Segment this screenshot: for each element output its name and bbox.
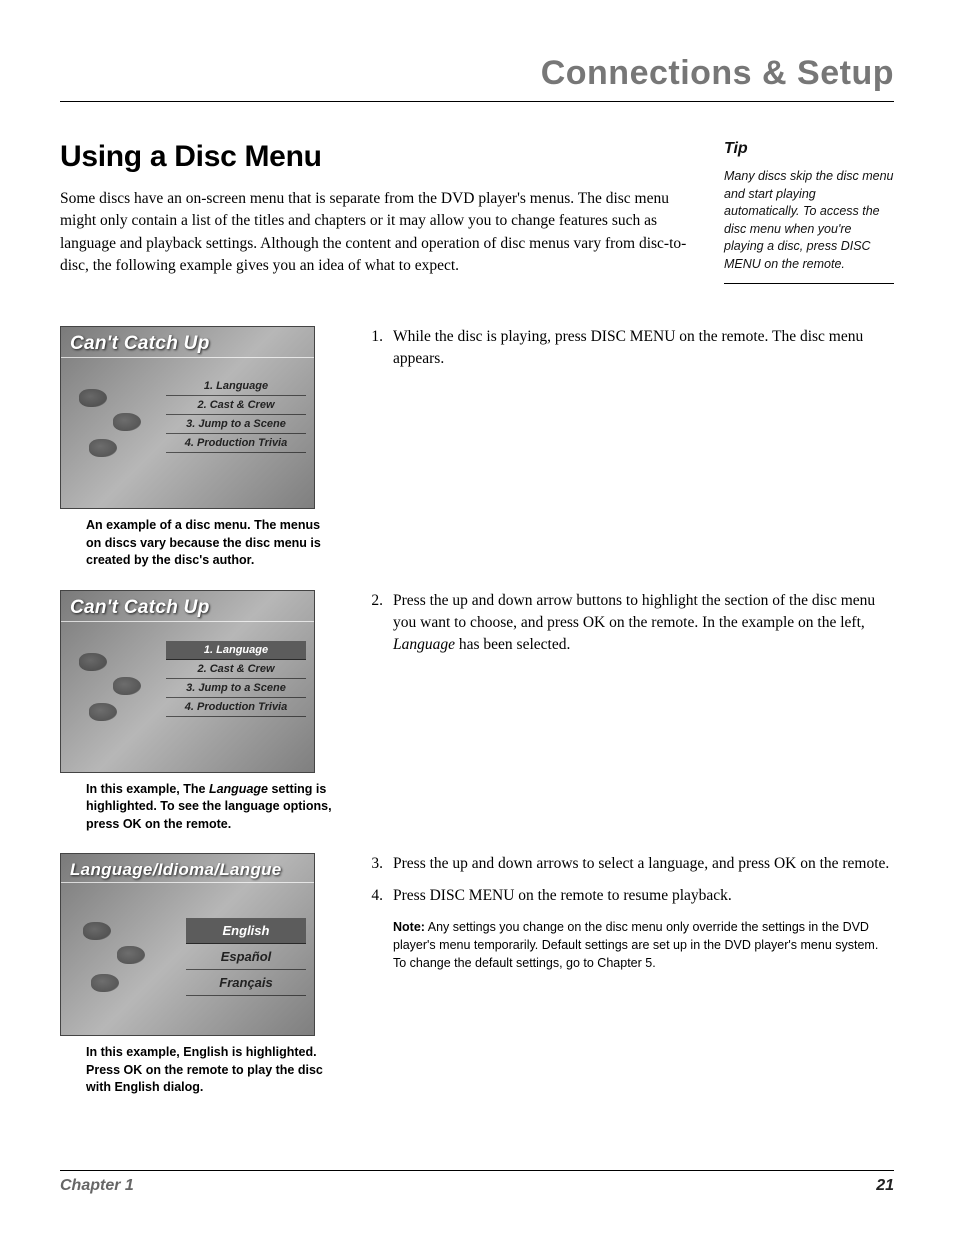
step-text: Press the up and down arrow buttons to h… <box>393 590 894 657</box>
note-label: Note: <box>393 920 425 934</box>
step-3: 3. Press the up and down arrows to selec… <box>355 853 894 875</box>
menu-item: 3. Jump to a Scene <box>166 679 306 698</box>
disc-menu-image-1: Can't Catch Up 1. Language 2. Cast & Cre… <box>60 326 315 509</box>
note-block: Note: Any settings you change on the dis… <box>355 918 894 972</box>
note-body: Any settings you change on the disc menu… <box>393 920 878 970</box>
thumb-title: Language/Idioma/Langue <box>61 854 314 883</box>
tip-heading: Tip <box>724 140 894 158</box>
step-text: Press the up and down arrows to select a… <box>393 853 894 875</box>
menu-item: 2. Cast & Crew <box>166 660 306 679</box>
image-caption-1: An example of a disc menu. The menus on … <box>60 509 336 570</box>
page-title: Using a Disc Menu <box>60 140 694 174</box>
step-1: 1. While the disc is playing, press DISC… <box>355 326 894 371</box>
image-caption-2: In this example, The Language setting is… <box>60 773 336 834</box>
step-2: 2. Press the up and down arrow buttons t… <box>355 590 894 657</box>
chapter-label: Chapter 1 <box>60 1177 134 1195</box>
disc-menu-image-2: Can't Catch Up 1. Language 2. Cast & Cre… <box>60 590 315 773</box>
menu-item: 4. Production Trivia <box>166 698 306 717</box>
menu-item: Español <box>186 944 306 970</box>
tip-body: Many discs skip the disc menu and start … <box>724 168 894 273</box>
section-header: Connections & Setup <box>60 54 894 102</box>
menu-item: 4. Production Trivia <box>166 434 306 453</box>
page-number: 21 <box>876 1177 894 1195</box>
menu-item: 3. Jump to a Scene <box>166 415 306 434</box>
disc-menu-image-3: Language/Idioma/Langue English Español F… <box>60 853 315 1036</box>
image-caption-3: In this example, English is highlighted.… <box>60 1036 336 1097</box>
thumb-title: Can't Catch Up <box>61 591 314 622</box>
step-4: 4. Press DISC MENU on the remote to resu… <box>355 885 894 907</box>
intro-paragraph: Some discs have an on-screen menu that i… <box>60 188 694 278</box>
step-text: While the disc is playing, press DISC ME… <box>393 326 894 371</box>
step-number: 4. <box>355 885 393 907</box>
thumb-title: Can't Catch Up <box>61 327 314 358</box>
tip-box: Tip Many discs skip the disc menu and st… <box>724 140 894 284</box>
step-number: 1. <box>355 326 393 371</box>
menu-item-highlighted: 1. Language <box>166 641 306 660</box>
menu-item: 1. Language <box>166 377 306 396</box>
menu-item: 2. Cast & Crew <box>166 396 306 415</box>
step-number: 3. <box>355 853 393 875</box>
step-text: Press DISC MENU on the remote to resume … <box>393 885 894 907</box>
step-number: 2. <box>355 590 393 657</box>
menu-item-highlighted: English <box>186 918 306 944</box>
menu-item: Français <box>186 970 306 996</box>
